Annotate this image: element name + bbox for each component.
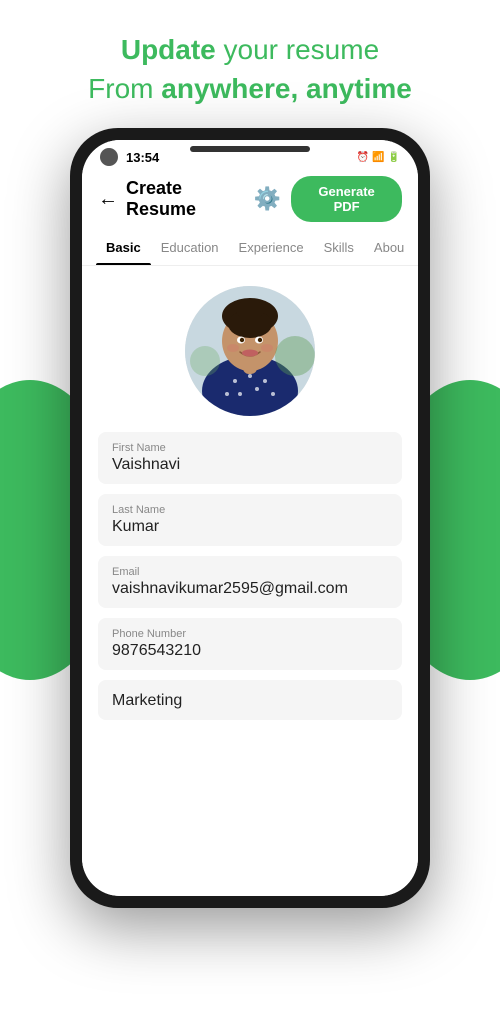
tab-bar: Basic Education Experience Skills Abou xyxy=(82,230,418,266)
tab-experience[interactable]: Experience xyxy=(229,230,314,265)
tab-about[interactable]: Abou xyxy=(364,230,414,265)
last-name-field[interactable]: Last Name Kumar xyxy=(98,494,402,546)
settings-icon[interactable]: ⚙️ xyxy=(254,186,281,212)
email-field[interactable]: Email vaishnavikumar2595@gmail.com xyxy=(98,556,402,608)
tab-education[interactable]: Education xyxy=(151,230,229,265)
app-header-left: ← Create Resume xyxy=(98,178,254,220)
form-area: First Name Vaishnavi Last Name Kumar Ema… xyxy=(82,432,418,740)
category-field[interactable]: Marketing xyxy=(98,680,402,720)
header-line1: Update your resume xyxy=(121,34,379,65)
status-bar: 13:54 ⏰ 📶 🔋 xyxy=(82,140,418,170)
phone-screen: 13:54 ⏰ 📶 🔋 ← Create Resume ⚙️ Generate … xyxy=(82,140,418,896)
first-name-label: First Name xyxy=(112,442,388,454)
first-name-value: Vaishnavi xyxy=(112,456,388,474)
status-time: 13:54 xyxy=(126,150,159,165)
alarm-icon: ⏰ xyxy=(357,152,369,163)
status-right: ⏰ 📶 🔋 xyxy=(357,152,400,163)
phone-mockup: 13:54 ⏰ 📶 🔋 ← Create Resume ⚙️ Generate … xyxy=(0,128,500,908)
email-value: vaishnavikumar2595@gmail.com xyxy=(112,580,388,598)
phone-field[interactable]: Phone Number 9876543210 xyxy=(98,618,402,670)
page-title: Create Resume xyxy=(126,178,254,220)
promo-header: Update your resume From anywhere, anytim… xyxy=(0,0,500,128)
generate-pdf-button[interactable]: Generate PDF xyxy=(291,176,402,222)
phone-notch xyxy=(190,146,310,152)
app-header-right: ⚙️ Generate PDF xyxy=(254,176,402,222)
first-name-field[interactable]: First Name Vaishnavi xyxy=(98,432,402,484)
email-label: Email xyxy=(112,566,388,578)
category-value: Marketing xyxy=(112,692,388,710)
tab-basic[interactable]: Basic xyxy=(96,230,151,265)
status-left: 13:54 xyxy=(100,148,159,166)
status-avatar xyxy=(100,148,118,166)
screen-content: First Name Vaishnavi Last Name Kumar Ema… xyxy=(82,266,418,896)
photo-area xyxy=(82,266,418,432)
app-header: ← Create Resume ⚙️ Generate PDF xyxy=(82,170,418,230)
last-name-label: Last Name xyxy=(112,504,388,516)
last-name-value: Kumar xyxy=(112,518,388,536)
phone-label: Phone Number xyxy=(112,628,388,640)
profile-photo[interactable] xyxy=(185,286,315,416)
battery-icon: 🔋 xyxy=(388,152,400,163)
phone-value: 9876543210 xyxy=(112,642,388,660)
phone-body: 13:54 ⏰ 📶 🔋 ← Create Resume ⚙️ Generate … xyxy=(70,128,430,908)
tab-skills[interactable]: Skills xyxy=(314,230,364,265)
header-line2: From anywhere, anytime xyxy=(88,73,412,104)
signal-icon: 📶 xyxy=(372,152,384,163)
back-button[interactable]: ← xyxy=(98,188,118,211)
